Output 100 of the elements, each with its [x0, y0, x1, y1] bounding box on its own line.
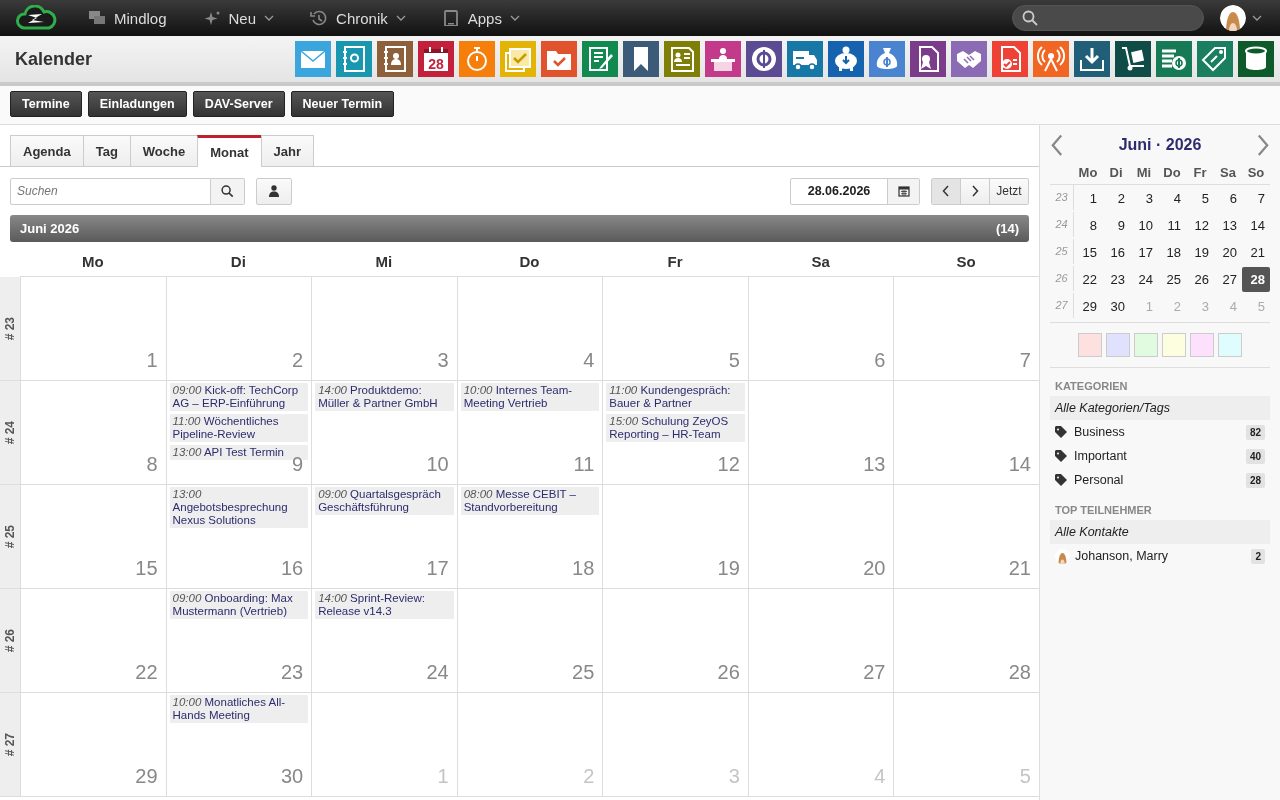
filter-item[interactable]: Alle Kontakte — [1050, 520, 1270, 544]
app-tile[interactable] — [541, 41, 577, 77]
color-swatch[interactable] — [1106, 333, 1130, 357]
color-swatch[interactable] — [1162, 333, 1186, 357]
calendar-day[interactable]: 27 — [1214, 267, 1242, 292]
view-tab[interactable]: Woche — [129, 135, 199, 166]
nav-menu-item[interactable]: Mindlog — [88, 9, 167, 27]
app-tile[interactable] — [910, 41, 946, 77]
search-field[interactable]: Suchen — [10, 177, 211, 205]
app-tile[interactable] — [582, 41, 618, 77]
app-tile[interactable] — [828, 41, 864, 77]
calendar-event[interactable]: 09:00 Kick-off: TechCorp AG – ERP-Einführung — [169, 383, 309, 411]
calendar-day[interactable]: 28 — [1242, 267, 1270, 292]
color-swatch[interactable] — [1134, 333, 1158, 357]
color-swatch[interactable] — [1218, 333, 1242, 357]
view-tab[interactable]: Jahr — [260, 135, 314, 166]
calendar-event[interactable]: 13:00 Angebotsbesprechung Nexus Solutions — [169, 487, 309, 528]
app-tile[interactable] — [1238, 41, 1274, 77]
calendar-day[interactable]: 29 — [1074, 294, 1102, 319]
app-tile[interactable] — [1156, 41, 1192, 77]
calendar-day[interactable]: 3 — [1130, 186, 1158, 211]
calendar-day[interactable]: 8 — [1074, 213, 1102, 238]
filter-item[interactable]: Johanson, Marry 2 — [1050, 544, 1270, 568]
cloud-logo[interactable] — [14, 5, 58, 31]
app-tile[interactable]: 28 — [418, 41, 454, 77]
calendar-day[interactable]: 26 — [1186, 267, 1214, 292]
calendar-day[interactable]: 12 — [1186, 213, 1214, 238]
calendar-event[interactable]: 10:00 Monatliches All-Hands Meeting — [169, 695, 309, 723]
calendar-event[interactable]: 14:00 Sprint-Review: Release v14.3 — [315, 591, 454, 619]
calendar-day[interactable]: 24 — [1130, 267, 1158, 292]
calendar-event[interactable]: 11:00 Kundengespräch: Bauer & Partner — [606, 383, 745, 411]
calendar-event[interactable]: 10:00 Internes Team-Meeting Vertrieb — [460, 383, 600, 411]
app-tile[interactable] — [705, 41, 741, 77]
calendar-day[interactable]: 2 — [1102, 186, 1130, 211]
app-tile[interactable] — [869, 41, 905, 77]
calendar-day[interactable]: 20 — [1214, 240, 1242, 265]
color-swatch[interactable] — [1078, 333, 1102, 357]
participant-filter-button[interactable] — [256, 177, 292, 205]
app-tile[interactable] — [1197, 41, 1233, 77]
filter-item[interactable]: Personal 28 — [1050, 468, 1270, 492]
app-tile[interactable] — [377, 41, 413, 77]
color-swatch[interactable] — [1190, 333, 1214, 357]
calendar-day[interactable]: 17 — [1130, 240, 1158, 265]
view-tab[interactable]: Tag — [82, 135, 131, 166]
calendar-day[interactable]: 21 — [1242, 240, 1270, 265]
calendar-event[interactable]: 08:00 Messe CEBIT – Standvorbereitung — [460, 487, 600, 515]
calendar-day[interactable]: 13 — [1214, 213, 1242, 238]
nav-menu-item[interactable]: Chronik — [310, 9, 406, 27]
app-tile[interactable] — [500, 41, 536, 77]
calendar-day[interactable]: 1 — [1074, 186, 1102, 211]
previous-button[interactable] — [932, 178, 961, 204]
app-tile[interactable] — [459, 41, 495, 77]
app-tile[interactable] — [336, 41, 372, 77]
calendar-day[interactable]: 15 — [1074, 240, 1102, 265]
calendar-event[interactable]: 15:00 Schulung ZeyOS Reporting – HR-Team — [606, 414, 745, 442]
calendar-event[interactable]: 09:00 Quartalsgespräch Geschäftsführung — [315, 487, 454, 515]
calendar-day[interactable]: 11 — [1158, 213, 1186, 238]
calendar-day[interactable]: 19 — [1186, 240, 1214, 265]
app-tile[interactable] — [1074, 41, 1110, 77]
toolbar-button[interactable]: Einladungen — [87, 91, 187, 117]
app-tile[interactable] — [746, 41, 782, 77]
app-tile[interactable] — [664, 41, 700, 77]
filter-item[interactable]: Alle Kategorien/Tags — [1050, 396, 1270, 420]
calendar-day[interactable]: 18 — [1158, 240, 1186, 265]
filter-item[interactable]: Business 82 — [1050, 420, 1270, 444]
app-tile[interactable] — [295, 41, 331, 77]
toolbar-button[interactable]: Termine — [10, 91, 82, 117]
calendar-day[interactable]: 6 — [1214, 186, 1242, 211]
view-tab[interactable]: Agenda — [10, 135, 84, 166]
calendar-day[interactable]: 16 — [1102, 240, 1130, 265]
app-tile[interactable] — [1115, 41, 1151, 77]
calendar-day[interactable]: 23 — [1102, 267, 1130, 292]
next-month-button[interactable] — [1256, 136, 1270, 154]
calendar-day[interactable]: 25 — [1158, 267, 1186, 292]
search-button[interactable] — [211, 177, 245, 205]
calendar-day[interactable]: 7 — [1242, 186, 1270, 211]
calendar-day[interactable]: 5 — [1186, 186, 1214, 211]
app-tile[interactable] — [623, 41, 659, 77]
calendar-day[interactable]: 10 — [1130, 213, 1158, 238]
view-tab[interactable]: Monat — [197, 135, 262, 167]
app-tile[interactable] — [992, 41, 1028, 77]
global-search-field[interactable] — [1012, 5, 1204, 31]
nav-menu-item[interactable]: Neu — [202, 9, 275, 27]
calendar-event[interactable]: 11:00 Wöchentliches Pipeline-Review — [169, 414, 309, 442]
toolbar-button[interactable]: Neuer Termin — [290, 91, 395, 117]
app-tile[interactable] — [951, 41, 987, 77]
calendar-event[interactable]: 14:00 Produktdemo: Müller & Partner GmbH — [315, 383, 454, 411]
app-tile[interactable] — [1033, 41, 1069, 77]
app-tile[interactable] — [787, 41, 823, 77]
calendar-day[interactable]: 9 — [1102, 213, 1130, 238]
calendar-day[interactable]: 30 — [1102, 294, 1130, 319]
calendar-day[interactable]: 4 — [1158, 186, 1186, 211]
previous-month-button[interactable] — [1050, 136, 1064, 154]
user-menu[interactable] — [1220, 5, 1262, 31]
nav-menu-item[interactable]: Apps — [441, 9, 520, 27]
calendar-day[interactable]: 22 — [1074, 267, 1102, 292]
toolbar-button[interactable]: DAV-Server — [192, 91, 285, 117]
filter-item[interactable]: Important 40 — [1050, 444, 1270, 468]
calendar-day[interactable]: 14 — [1242, 213, 1270, 238]
calendar-event[interactable]: 09:00 Onboarding: Max Mustermann (Vertrieb) — [169, 591, 309, 619]
